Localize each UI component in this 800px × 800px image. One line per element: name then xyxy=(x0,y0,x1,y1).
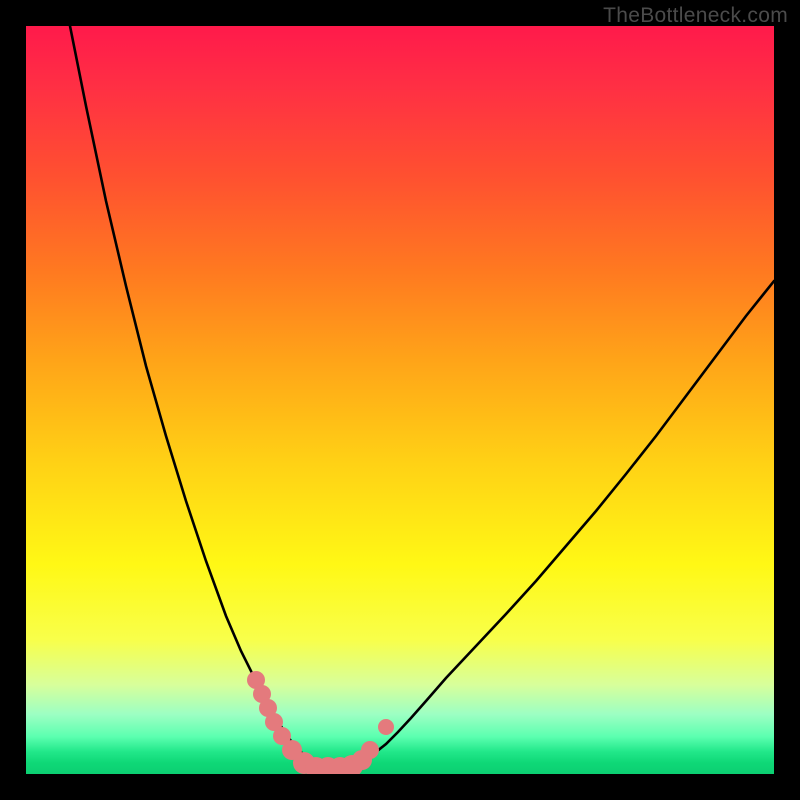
outer-black-frame: TheBottleneck.com xyxy=(0,0,800,800)
plot-area xyxy=(26,26,774,774)
left-curve xyxy=(70,26,326,768)
marker-dot xyxy=(361,741,379,759)
watermark-text: TheBottleneck.com xyxy=(603,4,788,28)
marker-dots xyxy=(247,671,394,774)
marker-dot xyxy=(378,719,394,735)
curve-overlay xyxy=(26,26,774,774)
right-curve xyxy=(356,281,774,768)
